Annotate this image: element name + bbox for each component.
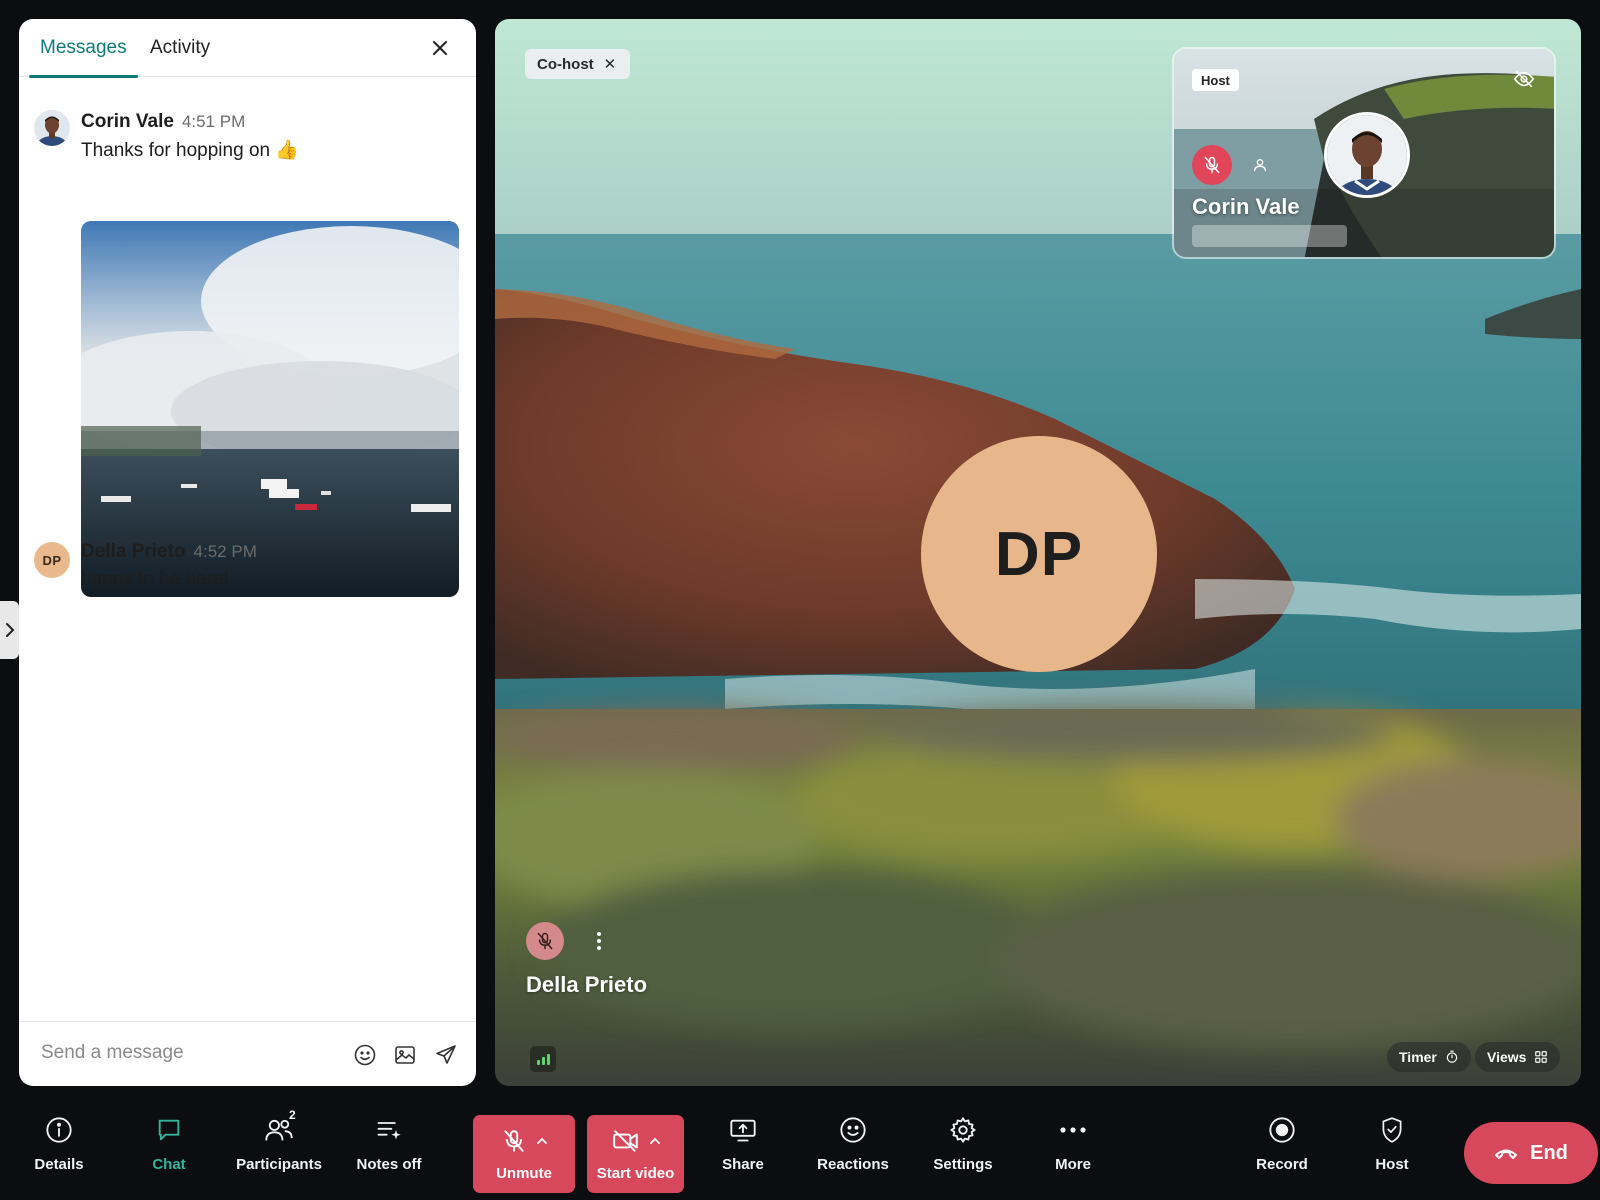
record-button[interactable]: Record: [1232, 1110, 1332, 1182]
chevron-right-icon: [5, 623, 14, 637]
settings-button[interactable]: Settings: [913, 1110, 1013, 1182]
person-icon: [1250, 155, 1270, 175]
mic-off-icon: [1204, 156, 1220, 174]
info-icon: [46, 1117, 72, 1143]
details-label: Details: [34, 1156, 84, 1173]
emoji-icon: [354, 1044, 376, 1066]
emoji-button[interactable]: [352, 1042, 378, 1068]
record-icon: [1269, 1117, 1295, 1143]
chat-button[interactable]: Chat: [119, 1110, 219, 1182]
ellipsis-icon: [1060, 1127, 1086, 1133]
end-label: End: [1530, 1141, 1568, 1164]
share-label: Share: [722, 1156, 764, 1173]
attach-image-button[interactable]: [392, 1042, 418, 1068]
participant-name: Della Prieto: [526, 972, 648, 997]
timer-button[interactable]: Timer: [1387, 1042, 1471, 1072]
hang-up-icon: [1495, 1149, 1518, 1159]
kebab-menu-icon: [597, 932, 601, 950]
stopwatch-icon: [1446, 1050, 1458, 1063]
start-video-label: Start video: [596, 1165, 675, 1182]
host-label: Host: [1375, 1156, 1409, 1173]
message-time: 4:52 PM: [193, 542, 257, 561]
reactions-label: Reactions: [817, 1156, 889, 1173]
views-button[interactable]: Views: [1475, 1042, 1561, 1072]
message-text: Thanks for hopping on 👍: [81, 140, 300, 161]
participants-label: Participants: [236, 1156, 322, 1173]
start-video-button[interactable]: Start video: [587, 1115, 684, 1193]
send-button[interactable]: [433, 1042, 459, 1068]
end-call-button[interactable]: End: [1464, 1122, 1598, 1184]
host-name: Corin Vale: [1192, 194, 1300, 219]
notes-sparkle-icon: [377, 1122, 401, 1140]
participants-button[interactable]: 2 Participants: [229, 1108, 329, 1182]
host-controls-button[interactable]: Host: [1342, 1110, 1442, 1182]
image-icon: [395, 1046, 415, 1064]
tab-activity[interactable]: Activity: [150, 37, 210, 77]
tab-messages[interactable]: Messages: [29, 37, 138, 78]
notes-label: Notes off: [356, 1156, 422, 1173]
views-label: Views: [1487, 1049, 1527, 1065]
author-name: Della Prieto: [81, 541, 186, 562]
eye-off-icon: [1513, 70, 1535, 88]
gear-icon: [950, 1117, 976, 1143]
message-time: 4:51 PM: [181, 112, 246, 131]
more-label: More: [1055, 1156, 1091, 1173]
close-chat-button[interactable]: [426, 34, 454, 62]
chevron-up-icon[interactable]: [537, 1137, 547, 1145]
settings-label: Settings: [933, 1156, 993, 1173]
chat-label: Chat: [152, 1156, 186, 1173]
host-mic-status: [1192, 145, 1232, 185]
host-audio-level: [1192, 225, 1347, 247]
more-button[interactable]: More: [1023, 1110, 1123, 1182]
host-badge: Host: [1192, 69, 1239, 91]
message-input[interactable]: [41, 1036, 331, 1070]
participant-avatar: DP: [921, 436, 1157, 672]
send-icon: [436, 1045, 456, 1064]
remove-cohost-button[interactable]: ✕: [604, 55, 617, 73]
mic-off-icon: [504, 1130, 524, 1152]
message-author: Della Prieto 4:52 PM: [81, 541, 257, 563]
grid-icon: [1535, 1051, 1548, 1063]
details-button[interactable]: Details: [9, 1110, 109, 1182]
cohost-label: Co-host: [537, 55, 594, 73]
timer-label: Timer: [1399, 1049, 1437, 1065]
message-text: happy to be here!: [81, 569, 229, 590]
meeting-toolbar: Details Chat 2 Participants Notes off Un…: [0, 1090, 1600, 1200]
chevron-up-icon[interactable]: [649, 1137, 660, 1145]
shield-check-icon: [1382, 1117, 1402, 1143]
participant-more-button[interactable]: [589, 926, 609, 956]
unmute-label: Unmute: [496, 1165, 552, 1182]
close-icon: [433, 41, 447, 55]
video-off-icon: [612, 1130, 638, 1152]
sidebar-toggle-handle[interactable]: [0, 601, 19, 659]
host-avatar: [1324, 112, 1410, 198]
cohost-chip[interactable]: Co-host ✕: [525, 49, 631, 79]
chat-icon: [158, 1119, 180, 1141]
chat-panel: Messages Activity Corin Vale 4:51 PM Than…: [19, 19, 476, 1086]
message-composer: [19, 1021, 476, 1086]
smiley-icon: [840, 1117, 866, 1143]
avatar: DP: [34, 542, 70, 578]
share-button[interactable]: Share: [693, 1110, 793, 1182]
message-author: Corin Vale 4:51 PM: [81, 111, 245, 133]
connection-signal-icon[interactable]: [530, 1046, 556, 1072]
notes-button[interactable]: Notes off: [339, 1110, 439, 1182]
reactions-button[interactable]: Reactions: [803, 1110, 903, 1182]
host-video-tile[interactable]: Host Corin Vale: [1172, 47, 1556, 259]
avatar: [34, 110, 70, 146]
share-screen-icon: [730, 1119, 756, 1142]
record-label: Record: [1256, 1156, 1308, 1173]
hide-tile-button[interactable]: [1512, 67, 1536, 91]
unmute-button[interactable]: Unmute: [473, 1115, 575, 1193]
chat-tabs: Messages Activity: [19, 19, 476, 78]
participants-count: 2: [289, 1108, 296, 1122]
video-stage: Co-host ✕ DP Della Prieto Timer Views Ho…: [495, 19, 1581, 1086]
mic-off-icon: [537, 932, 553, 950]
author-name: Corin Vale: [81, 111, 174, 132]
participant-mic-status: [526, 922, 564, 960]
